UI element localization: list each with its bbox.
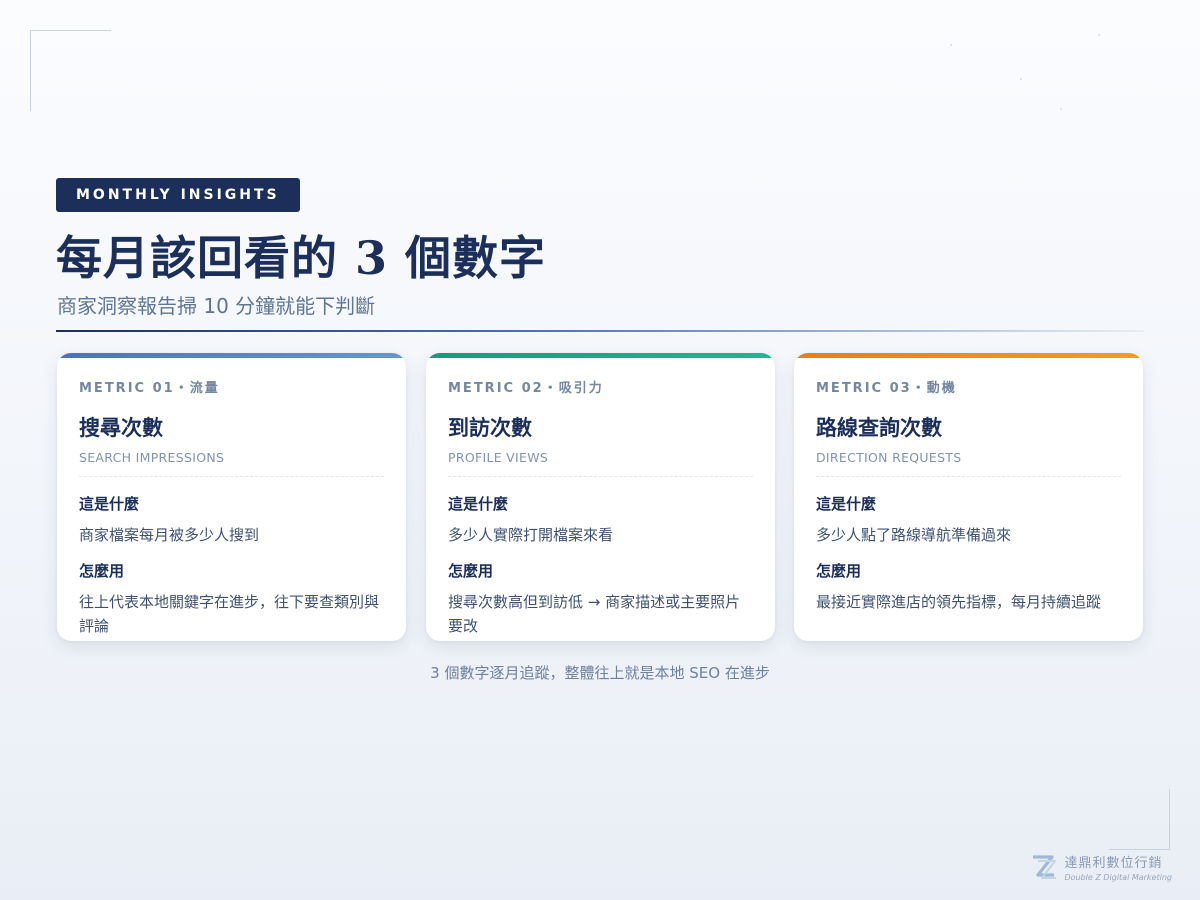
brand-tagline: Double Z Digital Marketing: [1064, 873, 1172, 882]
section-badge: MONTHLY INSIGHTS: [56, 178, 300, 212]
how-text: 最接近實際進店的領先指標，每月持續追蹤: [816, 593, 1102, 611]
metric-title: 路線查詢次數: [816, 416, 942, 440]
card-accent-bar: [426, 353, 775, 358]
decorative-dot: [1098, 34, 1100, 36]
metric-tag: METRIC 03・動機: [816, 381, 957, 396]
how-label: 怎麼用: [816, 562, 862, 580]
metric-title-en: PROFILE VIEWS: [448, 450, 549, 465]
what-text: 多少人點了路線導航準備過來: [816, 526, 1012, 544]
card-accent-bar: [794, 353, 1143, 358]
what-label: 這是什麼: [79, 495, 140, 513]
what-text: 多少人實際打開檔案來看: [448, 526, 614, 544]
metric-title: 到訪次數: [448, 416, 532, 440]
header-divider: [56, 330, 1144, 332]
metric-card-search: METRIC 01・流量 搜尋次數 SEARCH IMPRESSIONS 這是什…: [57, 353, 406, 641]
how-text: 往上代表本地關鍵字在進步，往下要查類別與評論: [79, 593, 380, 635]
page-subtitle: 商家洞察報告掃 10 分鐘就能下判斷: [57, 294, 376, 318]
what-text: 商家檔案每月被多少人搜到: [79, 526, 260, 544]
card-accent-bar: [57, 353, 406, 358]
corner-decoration-top-left: [30, 30, 111, 111]
card-divider: [79, 476, 384, 477]
page-title: 每月該回看的 3 個數字: [56, 231, 547, 285]
metric-title-en: SEARCH IMPRESSIONS: [79, 450, 225, 465]
metric-card-directions: METRIC 03・動機 路線查詢次數 DIRECTION REQUESTS 這…: [794, 353, 1143, 641]
brand-name: 達鼎利數位行銷: [1064, 856, 1163, 871]
brand-logo: 達鼎利數位行銷 Double Z Digital Marketing: [1030, 852, 1172, 882]
metric-tag: METRIC 01・流量: [79, 381, 220, 396]
what-label: 這是什麼: [816, 495, 877, 513]
metric-title: 搜尋次數: [79, 416, 163, 440]
card-divider: [816, 476, 1121, 477]
how-text: 搜尋次數高但到訪低 → 商家描述或主要照片要改: [448, 593, 741, 635]
metric-card-views: METRIC 02・吸引力 到訪次數 PROFILE VIEWS 這是什麼 多少…: [426, 353, 775, 641]
decorative-dot: [950, 44, 952, 46]
corner-decoration-bottom-right: [1109, 789, 1170, 850]
metric-tag: METRIC 02・吸引力: [448, 381, 604, 396]
how-label: 怎麼用: [448, 562, 494, 580]
double-z-logo-icon: [1033, 855, 1057, 879]
decorative-dot: [1020, 78, 1022, 80]
what-label: 這是什麼: [448, 495, 509, 513]
how-label: 怎麼用: [79, 562, 125, 580]
metric-title-en: DIRECTION REQUESTS: [816, 450, 962, 465]
card-divider: [448, 476, 753, 477]
decorative-dot: [1060, 108, 1062, 110]
footer-note: 3 個數字逐月追蹤，整體往上就是本地 SEO 在進步: [430, 664, 770, 682]
